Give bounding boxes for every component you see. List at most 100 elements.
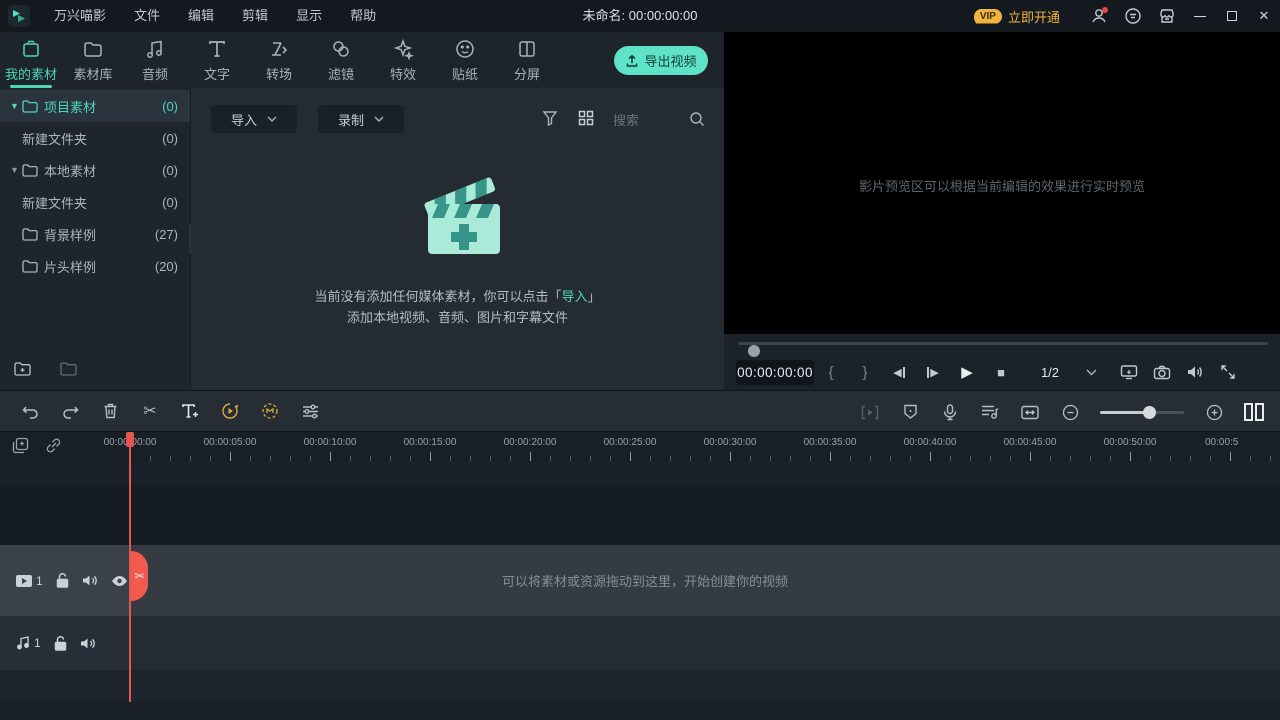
tab-text[interactable]: 文字 xyxy=(186,32,248,88)
sidebar-item-label: 片头样例 xyxy=(44,257,155,276)
tab-filter[interactable]: 滤镜 xyxy=(310,32,372,88)
import-dropdown-button[interactable]: 导入 xyxy=(211,105,297,133)
mark-out-button[interactable]: } xyxy=(848,364,882,381)
timeline-zoom-slider[interactable] xyxy=(1100,411,1184,414)
vip-badge-icon[interactable]: VIP xyxy=(974,9,1002,24)
audio-mixer-icon[interactable] xyxy=(970,404,1010,420)
app-logo-icon xyxy=(8,5,30,27)
timeline-empty-band xyxy=(0,462,1280,484)
lock-icon[interactable] xyxy=(54,636,67,651)
delete-folder-icon[interactable] xyxy=(60,361,78,377)
store-icon[interactable] xyxy=(1150,0,1184,32)
tab-transition[interactable]: 转场 xyxy=(248,32,310,88)
feedback-icon[interactable] xyxy=(1116,0,1150,32)
sidebar-item-count: (0) xyxy=(162,131,178,146)
preview-hint-text: 影片预览区可以根据当前编辑的效果进行实时预览 xyxy=(724,176,1280,195)
zoom-out-icon[interactable] xyxy=(1050,404,1090,421)
audio-track[interactable]: 1 xyxy=(0,616,1280,670)
sidebar-item-new-folder-1[interactable]: 新建文件夹 (0) xyxy=(0,122,190,154)
search-icon[interactable] xyxy=(689,111,705,127)
menu-edit[interactable]: 编辑 xyxy=(174,0,228,32)
dual-pane-icon[interactable] xyxy=(1234,402,1274,422)
timeline-empty-band xyxy=(0,484,1280,545)
current-timecode: 00:00:00:00 xyxy=(736,360,814,385)
ruler-label: 00:00:20:00 xyxy=(480,437,580,448)
chevron-down-icon xyxy=(374,116,384,122)
filter-funnel-icon[interactable] xyxy=(542,110,558,126)
snapshot-camera-icon[interactable] xyxy=(1145,365,1178,380)
volume-icon[interactable] xyxy=(1178,364,1211,380)
adjust-icon[interactable] xyxy=(290,404,330,419)
caret-down-icon[interactable]: ▼ xyxy=(10,101,20,111)
grid-view-icon[interactable] xyxy=(578,110,594,126)
menu-view[interactable]: 显示 xyxy=(282,0,336,32)
maximize-button[interactable] xyxy=(1216,0,1248,32)
tab-split-screen[interactable]: 分屏 xyxy=(496,32,558,88)
account-icon[interactable] xyxy=(1082,0,1116,32)
search-input[interactable]: 搜索 xyxy=(609,105,709,133)
media-folder-sidebar: ▼ 项目素材 (0) 新建文件夹 (0) ▼ 本地素材 (0) 新建文件夹 (0… xyxy=(0,88,190,390)
mute-icon[interactable] xyxy=(82,574,98,587)
fit-timeline-icon[interactable] xyxy=(1010,405,1050,420)
menu-file[interactable]: 文件 xyxy=(120,0,174,32)
sidebar-item-project-media[interactable]: ▼ 项目素材 (0) xyxy=(0,90,190,122)
playhead-head[interactable] xyxy=(126,432,134,447)
zoom-in-icon[interactable] xyxy=(1194,404,1234,421)
duplicate-icon[interactable] xyxy=(12,437,29,454)
tab-stickers[interactable]: 贴纸 xyxy=(434,32,496,88)
mute-icon[interactable] xyxy=(80,637,96,650)
close-button[interactable]: ✕ xyxy=(1248,0,1280,32)
marker-icon[interactable] xyxy=(890,404,930,420)
ruler-label: 00:00:15:00 xyxy=(380,437,480,448)
play-button[interactable]: ▶ xyxy=(950,363,984,381)
tab-media-library[interactable]: 素材库 xyxy=(62,32,124,88)
timeline-drop-hint: 可以将素材或资源拖动到这里，开始创建你的视频 xyxy=(130,545,1160,616)
timeline-ruler[interactable]: 00:00:00:00 00:00:05:00 00:00:10:00 00:0… xyxy=(0,432,1280,462)
chevron-down-icon[interactable] xyxy=(1070,369,1112,376)
sidebar-item-new-folder-2[interactable]: 新建文件夹 (0) xyxy=(0,186,190,218)
vip-upgrade-link[interactable]: 立即开通 xyxy=(1008,7,1060,26)
timeline-corner xyxy=(12,437,62,454)
menu-clip[interactable]: 剪辑 xyxy=(228,0,282,32)
sidebar-item-label: 项目素材 xyxy=(44,97,162,116)
sidebar-item-intro-samples[interactable]: 片头样例 (20) xyxy=(0,250,190,282)
caret-down-icon[interactable]: ▼ xyxy=(10,165,20,175)
visibility-eye-icon[interactable] xyxy=(111,575,128,587)
tab-audio[interactable]: 音频 xyxy=(124,32,186,88)
mark-in-button[interactable]: { xyxy=(814,364,848,381)
next-frame-button[interactable]: ▶ xyxy=(916,366,950,379)
sidebar-item-local-media[interactable]: ▼ 本地素材 (0) xyxy=(0,154,190,186)
link-icon[interactable] xyxy=(45,437,62,454)
split-scissors-icon[interactable]: ✂ xyxy=(130,401,170,421)
redo-icon[interactable] xyxy=(50,404,90,419)
render-preview-icon[interactable] xyxy=(850,405,890,420)
speed-ramp-icon[interactable] xyxy=(210,402,250,420)
menu-help[interactable]: 帮助 xyxy=(336,0,390,32)
upload-icon xyxy=(625,54,639,68)
stop-button[interactable]: ■ xyxy=(984,365,1018,380)
import-link[interactable]: 导入 xyxy=(561,289,587,304)
sidebar-item-count: (20) xyxy=(155,259,178,274)
tab-my-media[interactable]: 我的素材 xyxy=(0,32,62,88)
timeline-empty-band xyxy=(0,702,1280,720)
delete-icon[interactable] xyxy=(90,403,130,419)
zoom-slider-handle[interactable] xyxy=(1143,406,1156,419)
motion-track-icon[interactable] xyxy=(250,402,290,420)
voiceover-mic-icon[interactable] xyxy=(930,404,970,421)
fullscreen-icon[interactable] xyxy=(1211,364,1244,380)
ruler-label: 00:00:25:00 xyxy=(580,437,680,448)
add-folder-icon[interactable] xyxy=(14,361,32,377)
sidebar-item-background-samples[interactable]: 背景样例 (27) xyxy=(0,218,190,250)
seek-bar[interactable] xyxy=(738,342,1268,345)
lock-icon[interactable] xyxy=(56,573,69,588)
menu-app[interactable]: 万兴喵影 xyxy=(40,0,120,32)
display-device-icon[interactable] xyxy=(1112,364,1145,380)
add-text-icon[interactable] xyxy=(170,403,210,419)
export-video-button[interactable]: 导出视频 xyxy=(614,46,708,75)
previous-frame-button[interactable]: ◀ xyxy=(882,366,916,379)
record-dropdown-button[interactable]: 录制 xyxy=(318,105,404,133)
tab-effects[interactable]: 特效 xyxy=(372,32,434,88)
undo-icon[interactable] xyxy=(10,404,50,419)
preview-quality-value[interactable]: 1/2 xyxy=(1030,365,1070,380)
minimize-button[interactable] xyxy=(1184,0,1216,32)
